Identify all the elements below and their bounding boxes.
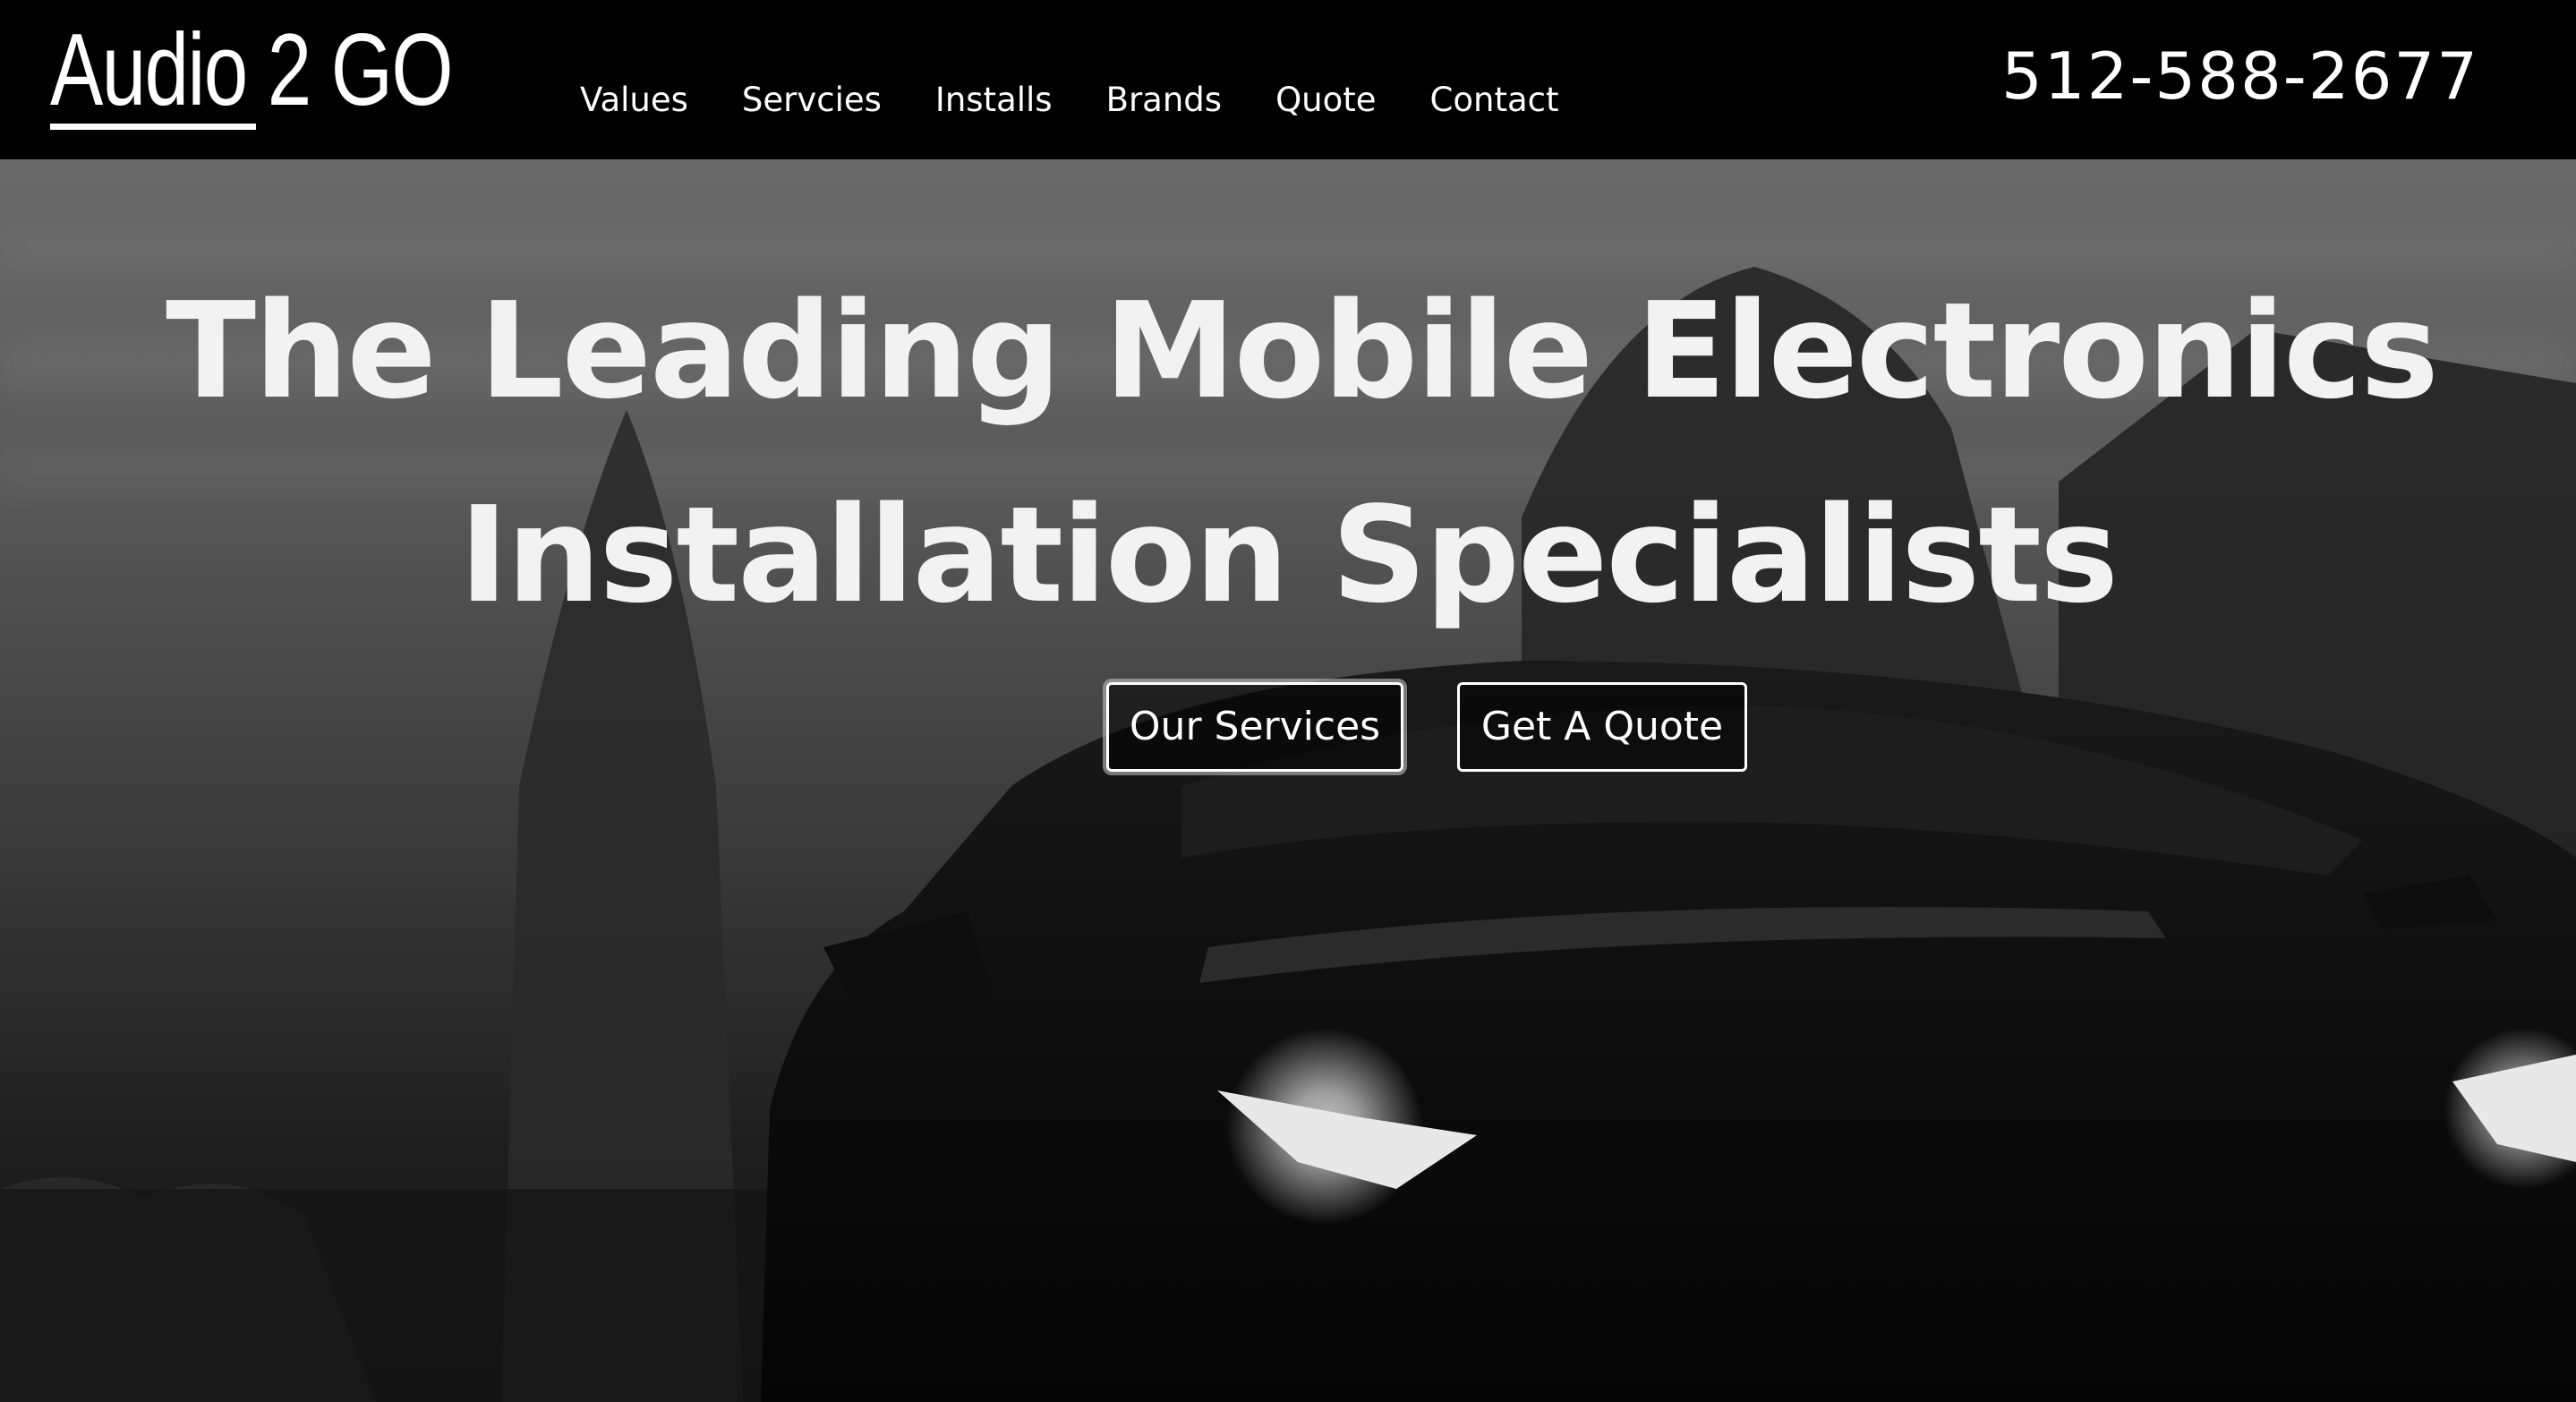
page: Audio 2 GO Values Servcies Installs Bran…: [0, 0, 2576, 1402]
site-header: Audio 2 GO Values Servcies Installs Bran…: [0, 0, 2576, 159]
get-a-quote-button[interactable]: Get A Quote: [1457, 682, 1747, 772]
hero-headline: The Leading Mobile Electronics Installat…: [0, 249, 2576, 657]
nav-item-installs[interactable]: Installs: [935, 79, 1053, 122]
site-logo[interactable]: Audio 2 GO: [50, 20, 454, 122]
phone-number[interactable]: 512-588-2677: [2001, 36, 2479, 116]
hero-headline-line-2: Installation Specialists: [458, 478, 2119, 632]
nav-item-quote[interactable]: Quote: [1275, 79, 1376, 122]
nav-item-values[interactable]: Values: [580, 79, 688, 122]
nav-item-services[interactable]: Servcies: [742, 79, 882, 122]
logo-underline: [50, 124, 256, 130]
hero-headline-line-1: The Leading Mobile Electronics: [166, 274, 2439, 428]
nav-item-contact[interactable]: Contact: [1430, 79, 1559, 122]
main-nav: Values Servcies Installs Brands Quote Co…: [580, 79, 1613, 122]
our-services-button[interactable]: Our Services: [1106, 682, 1403, 772]
car-silhouette: [761, 661, 2576, 1402]
nav-item-brands[interactable]: Brands: [1106, 79, 1222, 122]
